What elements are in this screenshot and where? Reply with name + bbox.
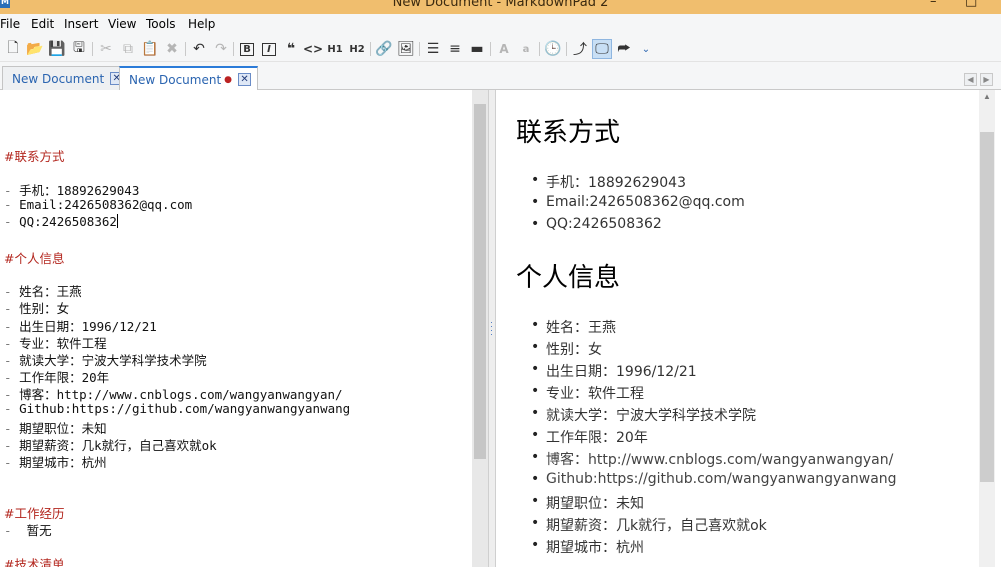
- preview-scroll-thumb[interactable]: [980, 132, 994, 482]
- image-icon[interactable]: 🖼: [396, 39, 416, 59]
- window-title: New Document - MarkdownPad 2: [392, 0, 609, 10]
- italic-icon[interactable]: I: [259, 39, 279, 59]
- pane-splitter[interactable]: · · · ·: [488, 90, 496, 567]
- scroll-up-icon[interactable]: ▲: [979, 92, 995, 104]
- menu-insert[interactable]: Insert: [64, 17, 98, 31]
- menu-edit[interactable]: Edit: [31, 17, 54, 31]
- tab-scroll-right-icon[interactable]: ▶: [980, 73, 993, 86]
- tab-label: New Document: [129, 72, 222, 87]
- preview-list-item[interactable]: Github:https://github.com/wangyanwangyan…: [531, 471, 897, 487]
- export-icon[interactable]: ⮫: [614, 39, 634, 59]
- overflow-chevron-icon[interactable]: ⌄: [636, 39, 656, 59]
- horizontal-rule-icon[interactable]: ▬: [467, 39, 487, 59]
- preview-list-item: QQ:2426508362: [531, 216, 662, 232]
- h2-icon[interactable]: H2: [347, 39, 367, 59]
- unordered-list-icon[interactable]: ☰: [423, 39, 443, 59]
- menu-view[interactable]: View: [108, 17, 136, 31]
- preview-list-item: 期望城市：杭州: [531, 537, 644, 557]
- preview-list-item: 期望职位：未知: [531, 493, 644, 513]
- preview-list-item: 出生日期：1996/12/21: [531, 361, 697, 381]
- close-icon[interactable]: ✕: [238, 73, 252, 86]
- maximize-icon[interactable]: □: [965, 0, 977, 9]
- preview-list-item: 就读大学：宁波大学科学技术学院: [531, 405, 756, 425]
- text-caret: [116, 214, 118, 228]
- code-icon[interactable]: <>: [303, 39, 323, 59]
- editor-line: #技术清单: [4, 557, 65, 567]
- copy-icon[interactable]: ⧉: [118, 39, 138, 59]
- editor-line: - 期望城市：杭州: [4, 455, 107, 470]
- paste-icon[interactable]: 📋: [140, 39, 160, 59]
- link-icon[interactable]: 🔗: [374, 39, 394, 59]
- preview-list-item[interactable]: 博客：http://www.cnblogs.com/wangyanwangyan…: [531, 449, 893, 469]
- tab-document-2[interactable]: New Document ● ✕: [119, 66, 259, 91]
- html-preview: 联系方式 手机：18892629043 Email:2426508362@qq.…: [496, 90, 1001, 567]
- editor-line: - QQ:2426508362: [4, 214, 118, 229]
- title-bar: M New Document - MarkdownPad 2 – □: [0, 0, 1001, 14]
- bold-icon[interactable]: B: [237, 39, 257, 59]
- editor-scroll-thumb[interactable]: [474, 104, 486, 459]
- preview-list-item: 专业：软件工程: [531, 383, 644, 403]
- h1-icon[interactable]: H1: [325, 39, 345, 59]
- menu-file[interactable]: File: [0, 17, 20, 31]
- menu-help[interactable]: Help: [188, 17, 215, 31]
- toolbar: 🗋 📂 💾 🖫 ✂ ⧉ 📋 ✖ ↶ ↷ B I ❝ <> H1 H2 🔗 🖼 ☰…: [0, 36, 1001, 62]
- open-icon[interactable]: 📂: [25, 39, 45, 59]
- preview-list-item: 性别：女: [531, 339, 602, 359]
- tab-document-1[interactable]: New Document ✕: [2, 66, 131, 90]
- save-icon[interactable]: 💾: [47, 39, 67, 59]
- editor-line: - Github:https://github.com/wangyanwangy…: [4, 401, 351, 416]
- preview-list-item: Email:2426508362@qq.com: [531, 194, 745, 210]
- tab-bar: New Document ✕ New Document ● ✕ ◀ ▶: [0, 62, 1001, 91]
- minimize-icon[interactable]: –: [930, 0, 937, 9]
- save-all-icon[interactable]: 🖫: [69, 39, 89, 59]
- editor-line: #个人信息: [4, 251, 65, 266]
- ordered-list-icon[interactable]: ≡: [445, 39, 465, 59]
- preview-heading: 联系方式: [516, 118, 621, 148]
- preview-list-item: 手机：18892629043: [531, 172, 686, 192]
- editor-line: - Email:2426508362@qq.com: [4, 197, 193, 212]
- editor-scrollbar[interactable]: [472, 90, 488, 567]
- live-preview-icon[interactable]: 🖵: [592, 39, 612, 59]
- delete-icon[interactable]: ✖: [162, 39, 182, 59]
- preview-list-item: 姓名：王燕: [531, 317, 616, 337]
- editor-line: - 暂无: [4, 523, 52, 538]
- sync-scroll-icon[interactable]: ⤴: [570, 39, 590, 59]
- quote-icon[interactable]: ❝: [281, 39, 301, 59]
- splitter-grip-icon: · · · ·: [490, 317, 493, 339]
- tab-label: New Document: [12, 71, 105, 86]
- new-file-icon[interactable]: 🗋: [3, 39, 23, 59]
- preview-heading: 个人信息: [516, 263, 621, 293]
- markdown-editor[interactable]: #联系方式 - 手机：18892629043 - Email:242650836…: [0, 90, 472, 567]
- undo-icon[interactable]: ↶: [189, 39, 209, 59]
- timestamp-icon[interactable]: 🕒: [543, 39, 563, 59]
- menu-bar: File Edit Insert View Tools Help: [0, 14, 1001, 36]
- lowercase-icon[interactable]: a: [516, 39, 536, 59]
- unsaved-indicator: ●: [224, 74, 233, 85]
- cut-icon[interactable]: ✂: [96, 39, 116, 59]
- preview-list-item: 期望薪资：几k就行，自己喜欢就ok: [531, 515, 767, 535]
- editor-line: - 性别：女: [4, 301, 70, 316]
- redo-icon[interactable]: ↷: [211, 39, 231, 59]
- preview-list-item: 工作年限：20年: [531, 427, 648, 447]
- preview-scrollbar[interactable]: ▲: [979, 90, 995, 567]
- tab-scroll-left-icon[interactable]: ◀: [964, 73, 977, 86]
- uppercase-icon[interactable]: A: [494, 39, 514, 59]
- editor-line: #联系方式: [4, 149, 65, 164]
- menu-tools[interactable]: Tools: [146, 17, 176, 31]
